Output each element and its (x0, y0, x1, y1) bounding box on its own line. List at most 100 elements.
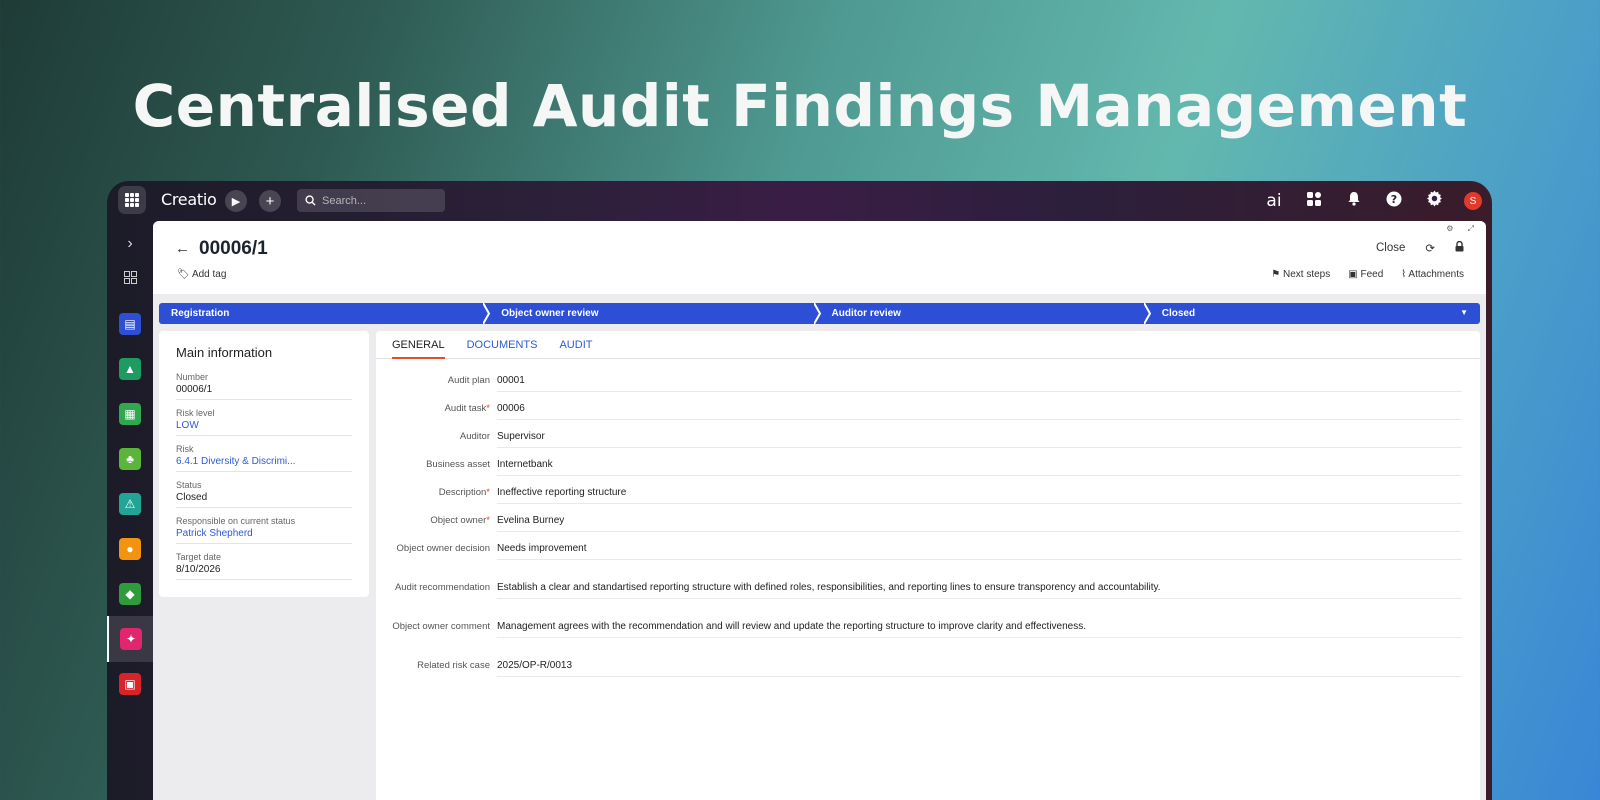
sidebar-app-risks[interactable]: ⚠ (107, 481, 153, 527)
audit-plan-icon: ▤ (119, 313, 141, 335)
field-label: Target date (176, 552, 222, 562)
audit-plan-link[interactable]: 00001 (497, 373, 1462, 392)
row-label-text: Audit task (444, 403, 487, 414)
business-asset-link[interactable]: Internetbank (497, 457, 1462, 476)
back-arrow-icon[interactable]: ← (175, 240, 190, 257)
sidebar-app-audit-findings[interactable]: ✦ (107, 616, 153, 662)
page-settings-icons[interactable]: ⚙ ⤢ (1446, 224, 1480, 234)
main-information-title: Main information (176, 345, 273, 360)
chevron-down-icon[interactable]: ▼ (1460, 308, 1468, 317)
stage-registration[interactable]: Registration (159, 303, 491, 324)
field-status: Status Closed (176, 480, 352, 508)
record-header: ⚙ ⤢ ← 00006/1 🏷︎ Add tag Close ⟳ ⚑ Next … (153, 221, 1486, 294)
search-placeholder: Search... (322, 194, 367, 207)
object-owner-comment-field[interactable]: Management agrees with the recommendatio… (497, 619, 1462, 638)
tab-general[interactable]: GENERAL (392, 331, 445, 359)
row-label: Audit recommendation (394, 582, 490, 593)
refresh-icon[interactable]: ⟳ (1425, 241, 1435, 255)
stage-object-owner-review[interactable]: Object owner review (489, 303, 821, 324)
tab-bar: GENERAL DOCUMENTS AUDIT (376, 331, 1480, 359)
search-icon (305, 195, 316, 206)
row-object-owner-comment: Object owner comment Management agrees w… (376, 619, 1462, 658)
workplace-button[interactable] (107, 254, 153, 300)
field-label: Responsible on current status (176, 516, 296, 526)
row-related-risk-case: Related risk case 2025/OP-R/0013 (376, 658, 1462, 686)
row-business-asset: Business asset Internetbank (376, 457, 1462, 485)
file-icon: ▣ (119, 673, 141, 695)
ai-copilot-icon[interactable]: ai (1264, 191, 1284, 211)
tab-documents[interactable]: DOCUMENTS (467, 331, 538, 359)
attachments-button[interactable]: ⌇ Attachments (1401, 269, 1464, 280)
row-label: Audit plan (447, 375, 490, 386)
stage-separator (1143, 303, 1151, 324)
auditor-link[interactable]: Supervisor (497, 429, 1462, 448)
creatio-logo: Creatio (161, 190, 217, 209)
row-object-owner: Object owner* Evelina Burney (376, 513, 1462, 541)
field-label: Risk level (176, 408, 215, 418)
app-grid-button[interactable] (118, 186, 146, 214)
responsible-link[interactable]: Patrick Shepherd (176, 528, 352, 539)
field-value[interactable]: 8/10/2026 (176, 564, 352, 575)
object-owner-decision-field[interactable]: Needs improvement (497, 541, 1462, 560)
add-tag-button[interactable]: 🏷︎ Add tag (177, 269, 226, 280)
row-label: Object owner decision (396, 543, 490, 554)
sidebar-app-owners[interactable]: ● (107, 526, 153, 572)
sidebar-app-files[interactable]: ▣ (107, 661, 153, 707)
stage-label: Object owner review (501, 308, 599, 319)
sidebar-app-documents[interactable]: ▲ (107, 346, 153, 392)
run-process-button[interactable]: ▶ (225, 190, 247, 212)
shield-icon: ◆ (119, 583, 141, 605)
settings-gear-icon[interactable] (1424, 190, 1444, 212)
chevron-right-icon: › (127, 235, 133, 252)
document-icon: ▲ (119, 358, 141, 380)
required-marker: * (486, 515, 490, 526)
description-field[interactable]: Ineffective reporting structure (497, 485, 1462, 504)
row-label-text: Object owner (430, 515, 487, 526)
dashboard-grid-icon (123, 270, 137, 284)
row-label: Auditor (459, 431, 490, 442)
lock-icon[interactable] (1455, 240, 1464, 255)
object-owner-link[interactable]: Evelina Burney (497, 513, 1462, 532)
stage-progress-bar: Registration Object owner review Auditor… (159, 303, 1480, 324)
general-fields: Audit plan 00001 Audit task * 00006 Audit… (376, 373, 1462, 686)
stage-separator (483, 303, 491, 324)
row-label: Object owner* (376, 513, 490, 541)
sidebar-app-controls[interactable]: ◆ (107, 571, 153, 617)
row-audit-recommendation: Audit recommendation Establish a clear a… (376, 580, 1462, 619)
search-input[interactable]: Search... (297, 189, 445, 212)
sidebar-app-reports[interactable]: ▦ (107, 391, 153, 437)
row-auditor: Auditor Supervisor (376, 429, 1462, 457)
help-icon[interactable]: ? (1384, 191, 1404, 212)
row-label: Object owner comment (392, 621, 490, 632)
row-label: Description* (376, 485, 490, 513)
report-icon: ▦ (119, 403, 141, 425)
sidebar-app-assets[interactable]: ♣ (107, 436, 153, 482)
sidebar-app-audit-plans[interactable]: ▤ (107, 301, 153, 347)
related-risk-case-link[interactable]: 2025/OP-R/0013 (497, 658, 1462, 677)
next-steps-button[interactable]: ⚑ Next steps (1271, 269, 1330, 280)
tab-audit[interactable]: AUDIT (559, 331, 592, 359)
field-risk: Risk 6.4.1 Diversity & Discrimi... (176, 444, 352, 472)
bell-icon[interactable] (1344, 191, 1364, 211)
left-sidebar: › ▤ ▲ ▦ ♣ ⚠ ● ◆ ✦ ▣ (107, 221, 153, 800)
user-avatar[interactable]: S (1464, 192, 1482, 210)
row-label-text: Description (438, 487, 487, 498)
close-button[interactable]: Close (1376, 242, 1405, 254)
field-label: Status (176, 480, 202, 490)
stage-auditor-review[interactable]: Auditor review (820, 303, 1151, 324)
field-label: Risk (176, 444, 194, 454)
chat-icon: ▣ (1348, 269, 1358, 280)
apps-icon[interactable] (1304, 191, 1324, 211)
add-button[interactable]: + (259, 190, 281, 212)
page-title: 00006/1 (199, 238, 268, 259)
risk-link[interactable]: 6.4.1 Diversity & Discrimi... (176, 456, 352, 467)
field-target-date: Target date 8/10/2026 (176, 552, 352, 580)
stage-label: Auditor review (831, 308, 901, 319)
warning-icon: ⚠ (119, 493, 141, 515)
audit-recommendation-field[interactable]: Establish a clear and standartised repor… (497, 580, 1462, 599)
feed-button[interactable]: ▣ Feed (1348, 269, 1383, 280)
risk-level-link[interactable]: LOW (176, 420, 352, 431)
audit-task-link[interactable]: 00006 (497, 401, 1462, 420)
stage-closed[interactable]: Closed ▼ (1150, 303, 1480, 324)
main-information-card: Main information Number 00006/1 Risk lev… (159, 331, 369, 597)
